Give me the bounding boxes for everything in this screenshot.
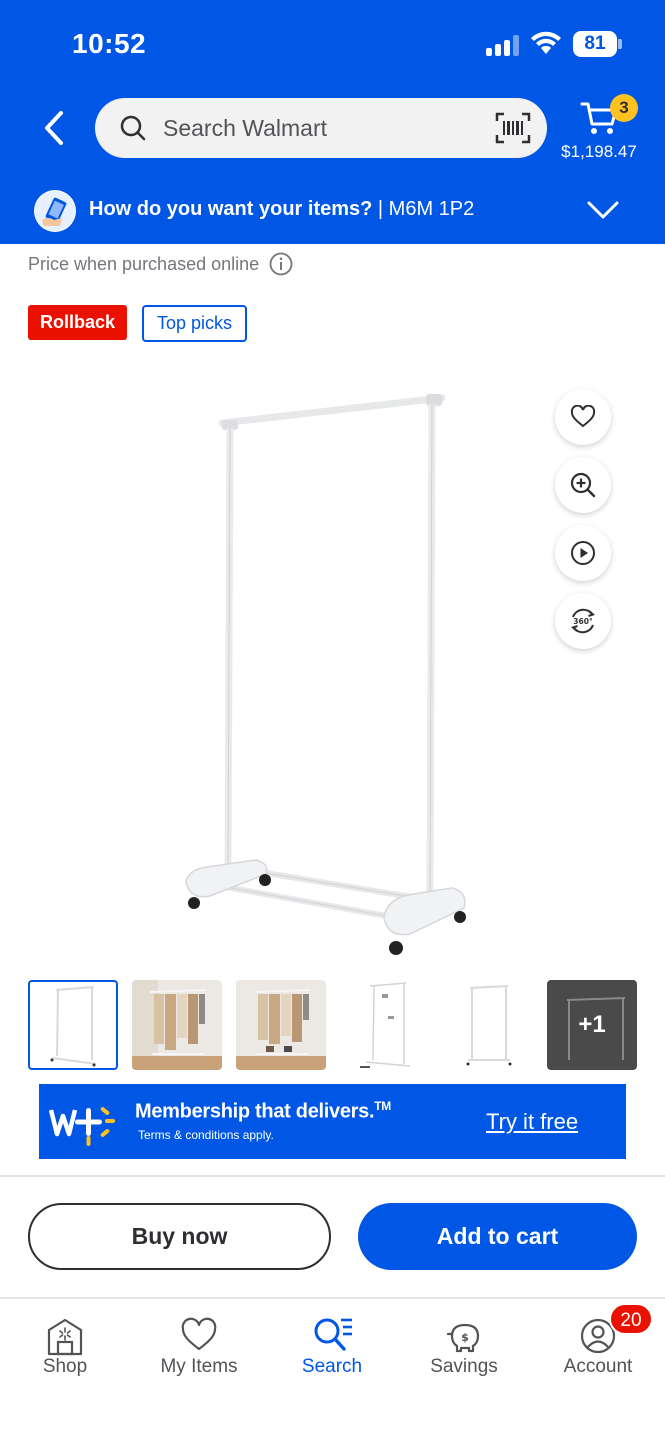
shop-icon: [47, 1318, 83, 1356]
favorite-button[interactable]: [555, 389, 611, 445]
app-header: 10:52 81 Search Walmart 3 $1,198.47 How …: [0, 0, 665, 244]
nav-search-label: Search: [301, 1356, 363, 1377]
divider: [0, 1297, 665, 1299]
thumbnail-5[interactable]: [444, 980, 534, 1070]
zoom-in-icon: [570, 472, 596, 498]
nav-shop[interactable]: Shop: [10, 1316, 120, 1386]
cart-count-badge: 3: [610, 94, 638, 122]
bottom-navigation: Shop My Items Search $ Savings Account: [0, 1300, 665, 1440]
walmart-plus-banner[interactable]: Membership that delivers.TM Terms & cond…: [39, 1084, 626, 1159]
thumbnail-1[interactable]: [28, 980, 118, 1070]
thumbnail-2[interactable]: [132, 980, 222, 1070]
divider: [0, 1175, 665, 1177]
video-button[interactable]: [555, 525, 611, 581]
promo-title: Membership that delivers.TM: [135, 1099, 391, 1123]
nav-my-items[interactable]: My Items: [144, 1316, 254, 1386]
cellular-signal-icon: [486, 34, 520, 56]
play-icon: [571, 541, 595, 565]
image-thumbnails: +1: [28, 980, 638, 1070]
delivery-selector[interactable]: How do you want your items? | M6M 1P2: [0, 182, 665, 240]
thumbnail-3[interactable]: [236, 980, 326, 1070]
promo-terms: Terms & conditions apply.: [138, 1128, 274, 1142]
delivery-text: How do you want your items? | M6M 1P2: [89, 198, 475, 220]
info-icon[interactable]: [269, 252, 293, 276]
more-images-label: +1: [578, 1011, 606, 1038]
cart-total: $1,198.47: [561, 142, 637, 161]
nav-my-items-label: My Items: [160, 1356, 238, 1377]
add-to-cart-button[interactable]: Add to cart: [358, 1203, 637, 1270]
rotate-360-icon: 360°: [571, 608, 595, 634]
top-picks-badge: Top picks: [142, 305, 248, 342]
status-time: 10:52: [72, 28, 147, 59]
cart-button[interactable]: 3 $1,198.47: [560, 92, 650, 166]
barcode-scan-icon[interactable]: [495, 112, 531, 144]
search-bar[interactable]: [95, 98, 547, 158]
piggy-bank-icon: $: [446, 1323, 480, 1353]
battery-level: 81: [584, 33, 606, 54]
chevron-left-icon: [45, 111, 63, 145]
rollback-badge: Rollback: [28, 305, 128, 340]
price-note-text: Price when purchased online: [28, 253, 260, 274]
search-icon: [120, 115, 146, 141]
wifi-icon: [531, 31, 561, 54]
buy-now-button[interactable]: Buy now: [28, 1203, 331, 1270]
try-it-free-link[interactable]: Try it free: [486, 1109, 578, 1135]
view-360-button[interactable]: 360°: [555, 593, 611, 649]
nav-savings-label: Savings: [430, 1356, 498, 1377]
svg-text:$: $: [461, 1331, 469, 1344]
price-note: Price when purchased online: [28, 252, 293, 276]
nav-shop-label: Shop: [42, 1356, 88, 1377]
back-button[interactable]: [34, 106, 74, 150]
thumbnail-4[interactable]: [340, 980, 430, 1070]
heart-icon: [181, 1317, 217, 1351]
search-input[interactable]: [163, 98, 483, 158]
nav-search[interactable]: Search: [277, 1316, 387, 1386]
zoom-button[interactable]: [555, 457, 611, 513]
delivery-method-icon: [34, 190, 76, 232]
account-notification-badge: 20: [609, 1303, 653, 1335]
thumbnail-more[interactable]: +1: [547, 980, 637, 1070]
chevron-down-icon: [587, 201, 619, 219]
battery-nub: [618, 39, 622, 49]
search-list-icon: [314, 1318, 352, 1351]
heart-icon: [570, 405, 596, 428]
svg-text:360°: 360°: [573, 617, 593, 626]
product-image-clothing-rack[interactable]: [170, 380, 490, 960]
nav-account-label: Account: [563, 1356, 633, 1377]
nav-savings[interactable]: $ Savings: [409, 1316, 519, 1386]
walmart-plus-logo: [49, 1107, 115, 1146]
